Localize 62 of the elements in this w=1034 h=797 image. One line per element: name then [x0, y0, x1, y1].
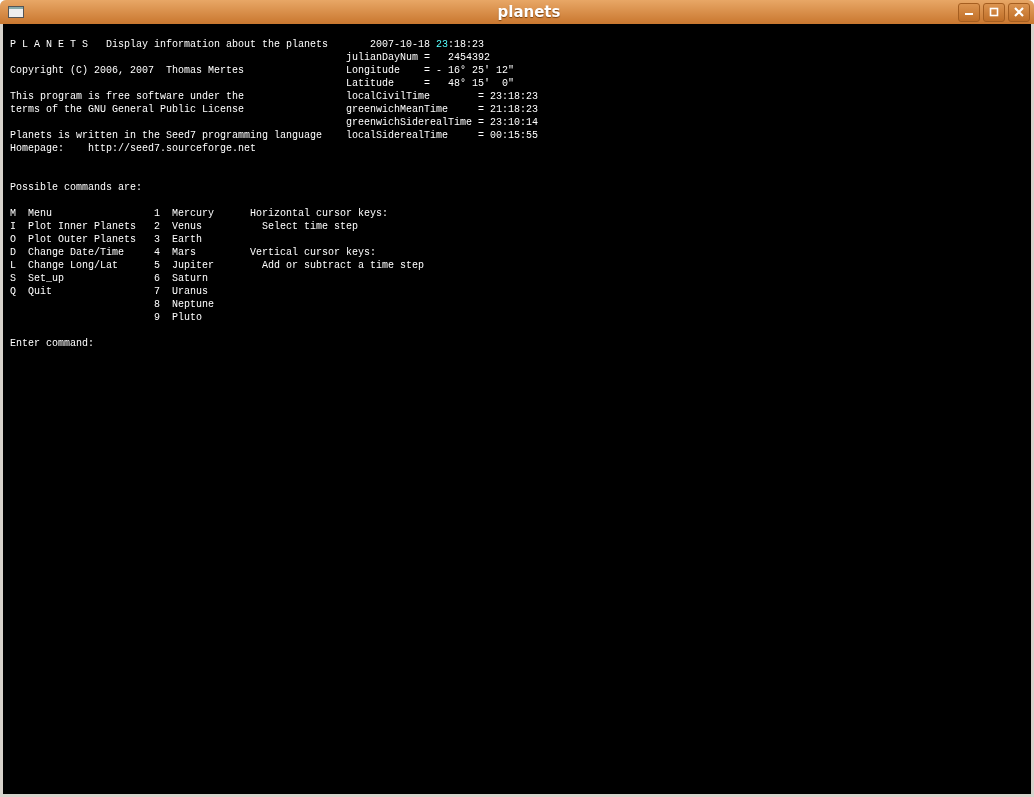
time-text: 23	[436, 38, 449, 51]
planet-key: 1	[154, 207, 172, 220]
command-label: Set_up	[28, 273, 64, 284]
license-text: This program is free software under the	[10, 91, 245, 102]
reading-text: julianDayNum = 2454392	[346, 52, 491, 63]
command-key: Q	[10, 285, 28, 298]
window-menu-icon[interactable]	[8, 6, 24, 18]
help-heading: Vertical cursor keys:	[250, 247, 377, 258]
program-description: Display information about the planets	[106, 39, 329, 50]
minimize-button[interactable]	[958, 2, 980, 22]
help-text: Select time step	[262, 221, 359, 232]
maximize-icon	[989, 7, 999, 17]
planet-name: Uranus	[172, 286, 209, 297]
reading-text: localSiderealTime = 00:15:55	[346, 130, 539, 141]
planet-name: Mars	[172, 247, 197, 258]
planet-key: 4	[154, 246, 172, 259]
reading-text: greenwichSiderealTime = 23:10:14	[346, 117, 539, 128]
window-title: planets	[496, 3, 562, 21]
planet-key: 5	[154, 259, 172, 272]
command-label: Change Long/Lat	[28, 260, 118, 271]
date-text: 2007-10-18	[370, 38, 431, 51]
command-label: Quit	[28, 286, 52, 297]
planet-name: Mercury	[172, 208, 215, 219]
reading-text: Latitude = 48° 15' 0"	[346, 78, 515, 89]
command-key: S	[10, 272, 28, 285]
close-icon	[1014, 7, 1024, 17]
help-text: Add or subtract a time step	[262, 260, 425, 271]
planet-name: Neptune	[172, 299, 215, 310]
close-button[interactable]	[1008, 2, 1030, 22]
planet-key: 8	[154, 298, 172, 311]
planet-name: Saturn	[172, 273, 209, 284]
reading-text: Longitude = - 16° 25' 12"	[346, 65, 515, 76]
reading-text: greenwichMeanTime = 21:18:23	[346, 104, 539, 115]
planet-key: 7	[154, 285, 172, 298]
program-title: P L A N E T S	[10, 39, 88, 50]
reading-text: localCivilTime = 23:18:23	[346, 91, 539, 102]
time-text: :18:23	[448, 38, 485, 51]
help-heading: Horizontal cursor keys:	[250, 208, 389, 219]
command-key: I	[10, 220, 28, 233]
info-text: Homepage: http://seed7.sourceforge.net	[10, 143, 257, 154]
planet-name: Pluto	[172, 312, 203, 323]
commands-heading: Possible commands are:	[10, 182, 143, 193]
planet-name: Jupiter	[172, 260, 215, 271]
planet-key: 9	[154, 311, 172, 324]
license-text: terms of the GNU General Public License	[10, 104, 245, 115]
command-key: D	[10, 246, 28, 259]
planet-key: 6	[154, 272, 172, 285]
maximize-button[interactable]	[983, 2, 1005, 22]
planet-key: 2	[154, 220, 172, 233]
copyright-text: Copyright (C) 2006, 2007 Thomas Mertes	[10, 65, 245, 76]
planet-key: 3	[154, 233, 172, 246]
command-label: Change Date/Time	[28, 247, 124, 258]
command-label: Plot Inner Planets	[28, 221, 137, 232]
command-prompt: Enter command:	[10, 338, 94, 349]
command-key: L	[10, 259, 28, 272]
command-key: M	[10, 207, 28, 220]
planet-name: Earth	[172, 234, 203, 245]
command-key: O	[10, 233, 28, 246]
command-label: Plot Outer Planets	[28, 234, 137, 245]
info-text: Planets is written in the Seed7 programming language	[10, 130, 323, 141]
command-label: Menu	[28, 208, 52, 219]
planet-name: Venus	[172, 221, 203, 232]
